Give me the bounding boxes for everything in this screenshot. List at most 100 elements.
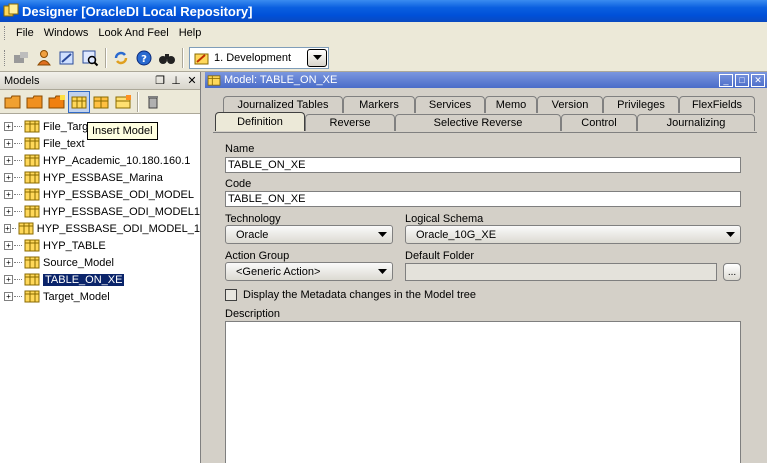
model-table-icon xyxy=(93,96,109,108)
expand-icon[interactable]: + xyxy=(4,173,13,182)
tab-reverse[interactable]: Reverse xyxy=(305,114,395,131)
tab-control[interactable]: Control xyxy=(561,114,637,131)
search-window-icon xyxy=(82,50,99,66)
tree-item-label: HYP_TABLE xyxy=(43,239,106,252)
menu-windows[interactable]: Windows xyxy=(39,27,94,39)
action-group-select[interactable]: <Generic Action> xyxy=(225,262,393,281)
tree-item[interactable]: + HYP_ESSBASE_ODI_MODEL_1 xyxy=(0,220,200,237)
insert-subfolder-button[interactable] xyxy=(46,91,68,113)
folder-plus-icon xyxy=(48,94,65,108)
chevron-down-icon xyxy=(312,54,322,60)
chevron-down-icon xyxy=(374,264,390,279)
context-dropdown-button[interactable] xyxy=(307,48,327,67)
default-folder-input[interactable] xyxy=(405,263,717,281)
toolbar-button-connect[interactable] xyxy=(10,47,32,69)
toolbar-grip xyxy=(4,49,7,66)
panel-pin-icon[interactable]: ⊥ xyxy=(168,74,184,87)
edit-window-icon xyxy=(59,51,74,64)
panel-restore-icon[interactable]: ❐ xyxy=(152,74,168,87)
tab-services[interactable]: Services xyxy=(415,96,485,113)
toolbar-button-find[interactable] xyxy=(156,47,178,69)
logical-schema-select[interactable]: Oracle_10G_XE xyxy=(405,225,741,244)
tab-journalized-tables[interactable]: Journalized Tables xyxy=(223,96,343,113)
trash-icon xyxy=(148,95,158,108)
tab-markers[interactable]: Markers xyxy=(343,96,415,113)
tree-item[interactable]: + HYP_ESSBASE_Marina xyxy=(0,169,200,186)
tree-item-label: HYP_Academic_10.180.160.1 xyxy=(43,154,191,167)
insert-model-button[interactable] xyxy=(68,90,90,113)
toolbar-separator xyxy=(137,91,139,112)
metadata-changes-checkbox[interactable] xyxy=(225,289,237,301)
tree-item-selected[interactable]: + TABLE_ON_XE xyxy=(0,271,200,288)
tree-item-label: File_text xyxy=(43,137,85,150)
model-editor-panel: Model: TABLE_ON_XE _ □ ✕ Journalized Tab… xyxy=(205,72,767,463)
context-select[interactable]: 1. Development xyxy=(189,46,329,69)
expand-icon[interactable]: + xyxy=(4,122,13,131)
logical-schema-value: Oracle_10G_XE xyxy=(416,228,497,241)
menu-help[interactable]: Help xyxy=(174,27,207,39)
models-tree: + File_Target + File_text + HYP_Academic… xyxy=(0,114,200,305)
tab-privileges[interactable]: Privileges xyxy=(603,96,679,113)
logical-schema-label: Logical Schema xyxy=(405,213,484,225)
code-input[interactable]: TABLE_ON_XE xyxy=(225,191,741,207)
svg-text:?: ? xyxy=(141,54,147,65)
technology-select[interactable]: Oracle xyxy=(225,225,393,244)
expand-icon[interactable]: + xyxy=(4,224,11,233)
menubar-grip xyxy=(4,26,7,40)
model-icon xyxy=(207,74,221,86)
default-folder-browse-button[interactable]: ... xyxy=(723,263,741,281)
menu-look-and-feel[interactable]: Look And Feel xyxy=(93,27,173,39)
tab-journalizing[interactable]: Journalizing xyxy=(637,114,755,131)
tree-item-label: HYP_ESSBASE_ODI_MODEL xyxy=(43,188,195,201)
insert-datastore-button[interactable] xyxy=(112,91,134,113)
model-editor-title: Model: TABLE_ON_XE xyxy=(224,74,338,86)
insert-submodel-button[interactable] xyxy=(90,91,112,113)
expand-icon[interactable]: + xyxy=(4,190,13,199)
action-group-value: <Generic Action> xyxy=(236,265,321,278)
tree-item[interactable]: + HYP_TABLE xyxy=(0,237,200,254)
description-textarea[interactable] xyxy=(225,321,741,463)
close-icon[interactable]: ✕ xyxy=(751,73,765,87)
delete-button[interactable] xyxy=(142,91,164,113)
menu-file[interactable]: File xyxy=(11,27,39,39)
tab-memo[interactable]: Memo xyxy=(485,96,537,113)
model-icon xyxy=(24,171,40,184)
expand-icon[interactable]: + xyxy=(4,241,13,250)
tree-item[interactable]: + HYP_ESSBASE_ODI_MODEL1 xyxy=(0,203,200,220)
toolbar-button-user[interactable] xyxy=(33,47,55,69)
toolbar-button-refresh[interactable] xyxy=(110,47,132,69)
toolbar-button-help[interactable]: ? xyxy=(133,47,155,69)
tab-selective-reverse[interactable]: Selective Reverse xyxy=(395,114,561,131)
definition-form: Name TABLE_ON_XE Code TABLE_ON_XE Techno… xyxy=(213,132,757,463)
tree-item[interactable]: + HYP_ESSBASE_ODI_MODEL xyxy=(0,186,200,203)
window-title-bar: Designer [OracleDI Local Repository] xyxy=(0,0,767,22)
toolbar-button-edit[interactable] xyxy=(56,47,78,69)
insert-project-button[interactable] xyxy=(2,91,24,113)
tree-item[interactable]: + HYP_Academic_10.180.160.1 xyxy=(0,152,200,169)
tab-flexfields[interactable]: FlexFields xyxy=(679,96,755,113)
tree-item-label: Target_Model xyxy=(43,290,110,303)
toolbar-button-search[interactable] xyxy=(79,47,101,69)
folder-icon xyxy=(4,95,21,108)
expand-icon[interactable]: + xyxy=(4,139,13,148)
expand-icon[interactable]: + xyxy=(4,156,13,165)
expand-icon[interactable]: + xyxy=(4,258,13,267)
expand-icon[interactable]: + xyxy=(4,275,13,284)
maximize-icon[interactable]: □ xyxy=(735,73,749,87)
expand-icon[interactable]: + xyxy=(4,207,13,216)
tree-item[interactable]: + Target_Model xyxy=(0,288,200,305)
insert-model-tooltip: Insert Model xyxy=(87,122,158,140)
window-title: Designer [OracleDI Local Repository] xyxy=(22,3,253,19)
tab-definition[interactable]: Definition xyxy=(215,112,305,131)
refresh-icon xyxy=(114,51,128,64)
context-value: 1. Development xyxy=(214,51,292,64)
name-input[interactable]: TABLE_ON_XE xyxy=(225,157,741,173)
expand-icon[interactable]: + xyxy=(4,292,13,301)
minimize-icon[interactable]: _ xyxy=(719,73,733,87)
user-key-icon xyxy=(37,49,51,65)
tab-version[interactable]: Version xyxy=(537,96,603,113)
models-panel-header: Models ❐ ⊥ ✕ xyxy=(0,72,200,90)
insert-folder-button[interactable] xyxy=(24,91,46,113)
tree-item[interactable]: + Source_Model xyxy=(0,254,200,271)
panel-close-icon[interactable]: ✕ xyxy=(184,74,200,87)
